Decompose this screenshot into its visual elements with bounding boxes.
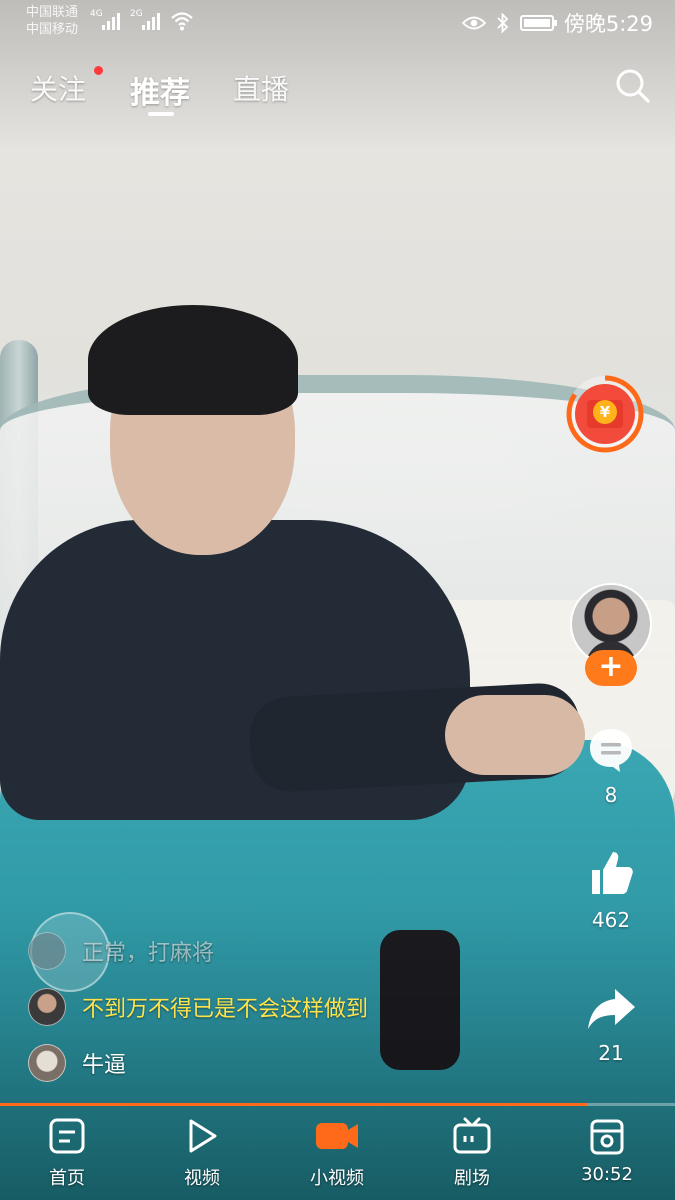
carrier-2: 中国移动 — [26, 22, 79, 37]
nav-timer[interactable]: 30:52 — [557, 1116, 657, 1185]
comment-count: 8 — [604, 783, 618, 807]
play-icon — [189, 1119, 217, 1153]
network-1-label: 4G — [90, 9, 103, 19]
active-tab-indicator — [148, 112, 174, 116]
nav-video-label: 视频 — [184, 1168, 220, 1189]
comment-text: 正常，打麻将 — [82, 941, 215, 966]
carrier-1: 中国联通 — [26, 5, 79, 20]
person-hair — [88, 305, 298, 415]
nav-theater-label: 剧场 — [454, 1168, 490, 1189]
thumbs-up-icon — [592, 852, 633, 894]
comment-text: 牛逼 — [82, 1053, 127, 1078]
comment-icon — [590, 729, 632, 772]
comment-text: 不到万不得已是不会这样做到 — [82, 997, 369, 1022]
follow-button[interactable]: + — [585, 650, 637, 686]
home-icon — [49, 1118, 85, 1154]
signal-2-icon — [142, 12, 160, 30]
short-video-icon — [316, 1123, 358, 1149]
bluetooth-icon — [497, 13, 509, 33]
nav-home-label: 首页 — [49, 1168, 85, 1189]
battery-icon — [519, 15, 557, 31]
comment-item: 正常，打麻将 — [28, 932, 214, 970]
nav-home[interactable]: 首页 — [17, 1116, 117, 1190]
status-bar: 中国联通 中国移动 4G 2G 傍晚5:29 — [0, 0, 675, 44]
comment-avatar — [28, 932, 66, 970]
nav-theater[interactable]: 剧场 — [422, 1116, 522, 1190]
comment-avatar — [28, 988, 66, 1026]
red-packet-timer-icon[interactable]: ¥ — [563, 372, 647, 456]
gift-box-icon — [590, 1119, 624, 1155]
top-tabs: 关注 推荐 直播 — [0, 62, 675, 122]
nav-timer-label: 30:52 — [581, 1164, 633, 1185]
search-icon[interactable] — [613, 66, 653, 106]
comment-avatar — [28, 1044, 66, 1082]
network-2-label: 2G — [130, 9, 143, 19]
bottom-nav: 首页 视频 小视频 剧场 30:52 — [0, 1106, 675, 1200]
comment-button[interactable]: 8 — [571, 725, 651, 807]
eye-icon — [461, 16, 486, 30]
nav-video[interactable]: 视频 — [152, 1116, 252, 1190]
like-button[interactable]: 462 — [571, 848, 651, 932]
nav-short-video-label: 小视频 — [310, 1168, 364, 1189]
share-button[interactable]: 21 — [571, 985, 651, 1065]
status-right: 傍晚5:29 — [461, 8, 653, 38]
tab-recommend[interactable]: 推荐 — [130, 68, 190, 112]
like-count: 462 — [591, 908, 631, 932]
signal-1-icon — [102, 12, 120, 30]
red-packet-symbol: ¥ — [600, 403, 611, 421]
person-hand — [445, 695, 585, 775]
share-arrow-icon — [588, 989, 635, 1029]
carrier-labels: 中国联通 中国移动 — [26, 4, 78, 38]
tab-live[interactable]: 直播 — [233, 68, 289, 108]
nav-short-video[interactable]: 小视频 — [287, 1116, 387, 1190]
notification-dot — [94, 66, 103, 75]
tv-icon — [453, 1117, 491, 1154]
wifi-icon — [171, 12, 193, 31]
clock: 傍晚5:29 — [563, 12, 653, 36]
comment-item: 牛逼 — [28, 1044, 126, 1082]
comment-item: 不到万不得已是不会这样做到 — [28, 988, 368, 1026]
tab-follow[interactable]: 关注 — [30, 68, 86, 108]
share-count: 21 — [598, 1041, 624, 1065]
